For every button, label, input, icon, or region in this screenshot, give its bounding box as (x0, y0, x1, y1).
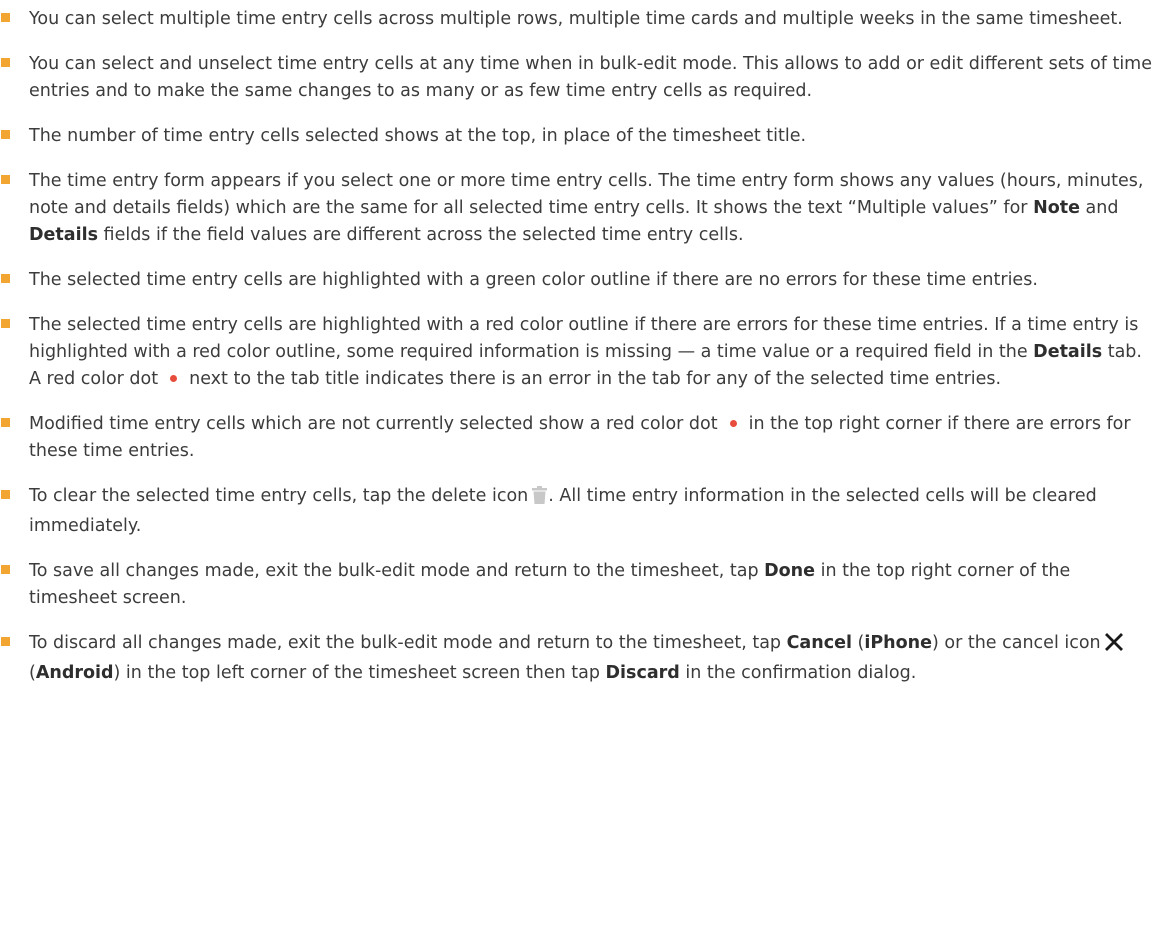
item-text: ) or the cancel icon (931, 633, 1101, 653)
bullet-marker (1, 637, 10, 646)
list-item: You can select and unselect time entry c… (0, 51, 1158, 105)
item-text: To clear the selected time entry cells, … (29, 486, 529, 506)
list-item: To clear the selected time entry cells, … (0, 483, 1158, 540)
item-text: Modified time entry cells which are not … (29, 414, 718, 434)
bullet-marker (1, 175, 10, 184)
list-item: The selected time entry cells are highli… (0, 267, 1158, 294)
discard-term: Discard (605, 663, 680, 683)
item-text: You can select multiple time entry cells… (29, 9, 1123, 29)
item-text: and (1079, 198, 1119, 218)
note-term: Note (1033, 198, 1080, 218)
item-text: ) in the top left corner of the timeshee… (113, 663, 606, 683)
delete-icon (532, 486, 548, 513)
item-text: ( (851, 633, 865, 653)
bullet-marker (1, 13, 10, 22)
details-term: Details (29, 225, 98, 245)
bullet-marker (1, 565, 10, 574)
list-item: To save all changes made, exit the bulk-… (0, 558, 1158, 612)
item-text: You can select and unselect time entry c… (29, 54, 1152, 101)
item-text: The number of time entry cells selected … (29, 126, 807, 146)
item-text: The time entry form appears if you selec… (29, 171, 1144, 218)
bullet-marker (1, 274, 10, 283)
red-dot-icon (729, 420, 737, 427)
document-body: You can select multiple time entry cells… (0, 0, 1166, 687)
list-item: To discard all changes made, exit the bu… (0, 630, 1158, 687)
item-text: The selected time entry cells are highli… (29, 315, 1139, 362)
details-term: Details (1033, 342, 1103, 362)
item-text: next to the tab title indicates there is… (189, 369, 1002, 389)
bullet-marker (1, 319, 10, 328)
item-text: in the confirmation dialog. (679, 663, 917, 683)
bullet-list: You can select multiple time entry cells… (0, 0, 1158, 687)
list-item: The selected time entry cells are highli… (0, 312, 1158, 393)
item-text: fields if the field values are different… (97, 225, 744, 245)
red-dot-icon (170, 375, 178, 382)
bullet-marker (1, 490, 10, 499)
iphone-term: iPhone (864, 633, 932, 653)
list-item: The time entry form appears if you selec… (0, 168, 1158, 249)
item-text: ( (29, 663, 36, 683)
cancel-x-icon (1104, 633, 1123, 660)
bullet-marker (1, 58, 10, 67)
item-text: To discard all changes made, exit the bu… (29, 633, 787, 653)
item-text: To save all changes made, exit the bulk-… (29, 561, 765, 581)
android-term: Android (35, 663, 114, 683)
done-term: Done (764, 561, 816, 581)
bullet-marker (1, 418, 10, 427)
list-item: You can select multiple time entry cells… (0, 0, 1158, 33)
cancel-term: Cancel (786, 633, 852, 653)
item-text: The selected time entry cells are highli… (29, 270, 1038, 290)
list-item: The number of time entry cells selected … (0, 123, 1158, 150)
list-item: Modified time entry cells which are not … (0, 411, 1158, 465)
bullet-marker (1, 130, 10, 139)
